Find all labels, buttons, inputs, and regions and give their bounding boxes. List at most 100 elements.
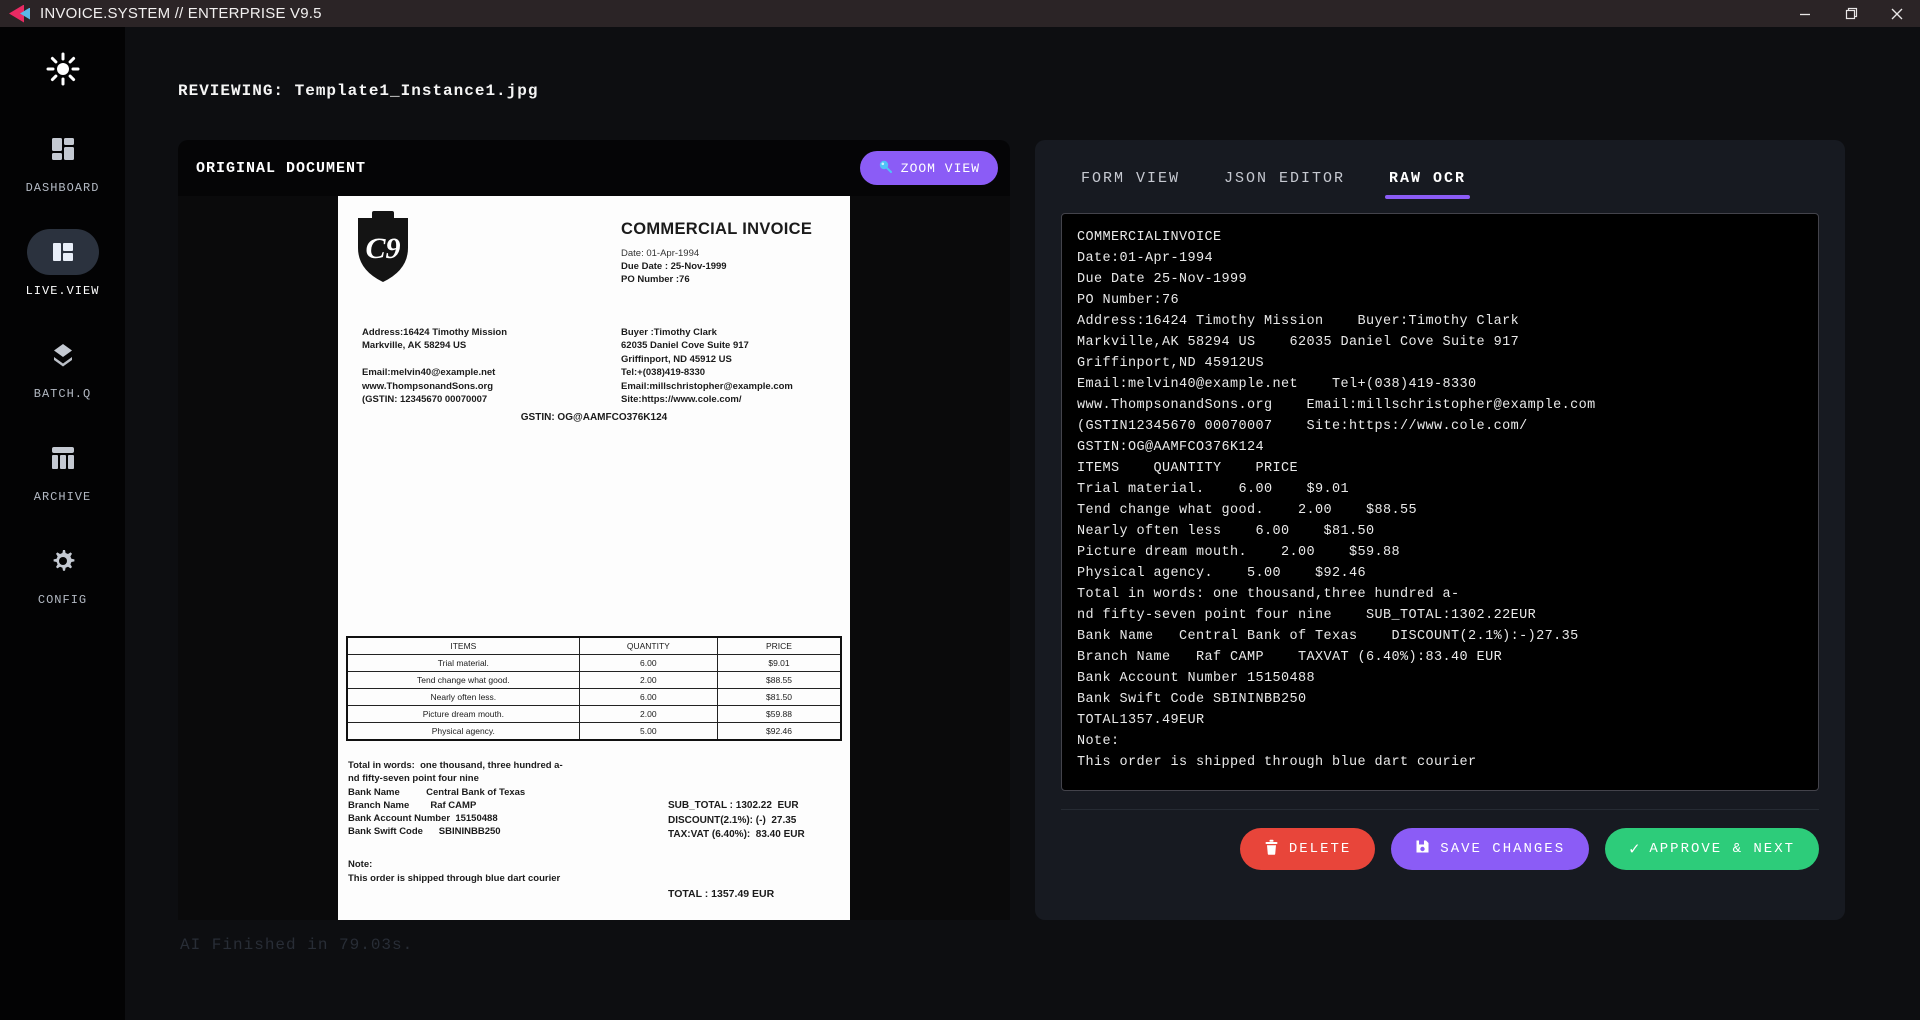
text-line: Markville, AK 58294 US <box>362 340 467 352</box>
items-header: ITEMS <box>346 636 580 655</box>
invoice-gstin: GSTIN: OG@AAMFCO376K124 <box>520 412 668 423</box>
approve-next-label: APPROVE & NEXT <box>1649 841 1795 857</box>
close-icon[interactable] <box>1874 0 1920 27</box>
save-changes-button[interactable]: SAVE CHANGES <box>1391 828 1590 870</box>
minimize-icon[interactable] <box>1782 0 1828 27</box>
tab-form-view[interactable]: FORM VIEW <box>1081 170 1180 199</box>
text-line: Markville,AK 58294 US 62035 Daniel Cove … <box>1077 335 1520 350</box>
text-line: Email:millschristopher@example.com <box>621 380 793 392</box>
sidebar-item-config[interactable]: CONFIG <box>27 538 99 607</box>
document-viewport[interactable]: C9 COMMERCIAL INVOICE Date: 01-Apr-1994 … <box>178 196 1010 920</box>
text-line: SUB_TOTAL : 1302.22 EUR <box>668 800 799 811</box>
invoice-po-number: PO Number :76 <box>621 274 690 285</box>
dashboard-grid-icon <box>27 126 99 172</box>
sidebar-label-archive: ARCHIVE <box>33 490 92 504</box>
invoice-due-date: Due Date : 25-Nov-1999 <box>621 261 727 272</box>
text-line: nd fifty-seven point four nine <box>348 773 479 785</box>
table-row: Nearly often less. 6.00 $81.50 <box>346 688 842 706</box>
table-row: Physical agency. 5.00 $92.46 <box>346 722 842 741</box>
text-line: Total in words: one thousand, three hund… <box>348 760 563 771</box>
text-line: Picture dream mouth. 2.00 $59.88 <box>1077 545 1401 560</box>
page-title: REVIEWING: Template1_Instance1.jpg <box>178 82 539 100</box>
action-buttons-row: DELETE SAVE CHANGES ✓ APPROVE & NEXT <box>1061 828 1819 870</box>
text-line: Email:melvin40@example.net Tel+(038)419-… <box>1077 377 1477 392</box>
theme-sun-icon[interactable] <box>45 51 81 92</box>
invoice-grand-total: TOTAL : 1357.49 EUR <box>668 887 775 900</box>
invoice-note-text: This order is shipped through blue dart … <box>348 872 561 884</box>
text-line: Tel:+(038)419-8330 <box>621 367 706 379</box>
text-line: TAX:VAT (6.40%): 83.40 EUR <box>668 829 805 840</box>
raw-ocr-output[interactable]: COMMERCIALINVOICE Date:01-Apr-1994 Due Dat… <box>1061 213 1819 791</box>
maximize-icon[interactable] <box>1828 0 1874 27</box>
invoice-items-table: ITEMS QUANTITY PRICE Trial material. 6.00… <box>346 636 842 741</box>
text-line: (GSTIN: 12345670 00070007 <box>362 394 488 406</box>
ai-status-text: AI Finished in 79.03s. <box>180 936 414 954</box>
live-view-layout-icon <box>26 229 99 275</box>
sidebar-label-dashboard: DASHBOARD <box>25 181 100 195</box>
text-line: Note: <box>1077 734 1120 749</box>
magnifier-icon <box>878 159 893 178</box>
text-line: Tend change what good. 2.00 $88.55 <box>1077 503 1418 518</box>
original-document-panel: ORIGINAL DOCUMENT ZOOM VIEW C9 COMMERCIA… <box>178 140 1010 920</box>
sidebar-item-dashboard[interactable]: DASHBOARD <box>26 126 100 195</box>
ocr-tabs: FORM VIEW JSON EDITOR RAW OCR <box>1061 170 1819 199</box>
invoice-seller-block: Address:16424 Timothy Mission Markville, … <box>362 326 592 407</box>
zoom-view-button[interactable]: ZOOM VIEW <box>859 151 998 185</box>
sidebar-item-archive[interactable]: ARCHIVE <box>27 435 99 504</box>
text-line: Email:melvin40@example.net <box>362 367 496 379</box>
sidebar-label-live-view: LIVE.VIEW <box>25 284 100 298</box>
zoom-view-label: ZOOM VIEW <box>900 160 980 176</box>
table-row: Tend change what good. 2.00 $88.55 <box>346 671 842 689</box>
text-line: www.ThompsonandSons.org <box>362 380 494 392</box>
delete-label: DELETE <box>1288 841 1352 857</box>
invoice-date: Date: 01-Apr-1994 <box>621 248 700 259</box>
invoice-title: COMMERCIAL INVOICE <box>621 220 813 238</box>
text-line <box>362 353 592 366</box>
text-line: (GSTIN12345670 00070007 Site:https://www… <box>1077 419 1528 434</box>
invoice-table-body: Trial material. 6.00 $9.01 Tend change what… <box>346 654 842 741</box>
text-line: Bank Name Central Bank of Texas DISCOUNT… <box>1077 629 1579 644</box>
text-line: www.ThompsonandSons.org Email:millschris… <box>1077 398 1596 413</box>
table-row: Trial material. 6.00 $9.01 <box>346 654 842 672</box>
sidebar-item-live-view[interactable]: LIVE.VIEW <box>26 229 100 298</box>
config-gear-icon <box>27 538 99 584</box>
text-line: Bank Account Number 15150488 <box>1077 671 1316 686</box>
text-line: Bank Swift Code SBININBB250 <box>1077 692 1307 707</box>
tab-raw-ocr[interactable]: RAW OCR <box>1385 170 1471 199</box>
batch-layers-icon <box>27 332 99 378</box>
floppy-disk-icon <box>1415 839 1430 859</box>
invoice-totals-block: SUB_TOTAL : 1302.22 EUR DISCOUNT(2.1%): (… <box>668 770 843 931</box>
ocr-panel: FORM VIEW JSON EDITOR RAW OCR COMMERCIAL… <box>1035 140 1845 920</box>
document-panel-title: ORIGINAL DOCUMENT <box>196 159 367 177</box>
text-line: Nearly often less 6.00 $81.50 <box>1077 524 1375 539</box>
text-line: Physical agency. 5.00 $92.46 <box>1077 566 1367 581</box>
invoice-logo: C9 <box>354 210 412 289</box>
document-panel-header: ORIGINAL DOCUMENT ZOOM VIEW <box>178 140 1010 196</box>
text-line: This order is shipped through blue dart … <box>1077 755 1477 770</box>
text-line: COMMERCIALINVOICE <box>1077 230 1222 245</box>
actions-divider <box>1061 809 1819 810</box>
check-icon: ✓ <box>1629 840 1640 860</box>
text-line: PO Number:76 <box>1077 293 1180 308</box>
invoice-logo-text: C9 <box>365 232 400 265</box>
delete-button[interactable]: DELETE <box>1239 828 1376 870</box>
invoice-subtotals: SUB_TOTAL : 1302.22 EUR DISCOUNT(2.1%): (… <box>668 799 843 843</box>
text-line: Buyer :Timothy Clark <box>621 327 717 338</box>
archive-columns-icon <box>27 435 99 481</box>
text-line: ITEMS QUANTITY PRICE <box>1077 461 1299 476</box>
sidebar-item-batch-q[interactable]: BATCH.Q <box>27 332 99 401</box>
approve-next-button[interactable]: ✓ APPROVE & NEXT <box>1605 828 1819 870</box>
quantity-header: QUANTITY <box>578 636 718 655</box>
text-line: Branch Name Raf CAMP <box>348 799 477 811</box>
table-row: Picture dream mouth. 2.00 $59.88 <box>346 705 842 723</box>
title-bar: INVOICE.SYSTEM // ENTERPRISE V9.5 <box>0 0 1920 27</box>
text-line: TOTAL1357.49EUR <box>1077 713 1205 728</box>
tab-json-editor[interactable]: JSON EDITOR <box>1224 170 1345 199</box>
text-line: Address:16424 Timothy Mission Buyer:Timo… <box>1077 314 1520 329</box>
invoice-buyer-block: Buyer :Timothy Clark 62035 Daniel Cove Su… <box>621 326 846 407</box>
text-line: 62035 Daniel Cove Suite 917 <box>621 340 749 352</box>
sidebar: DASHBOARD LIVE.VIEW BATCH.Q ARCHIVE CONF… <box>0 27 125 1020</box>
text-line: Griffinport, ND 45912 US <box>621 353 732 365</box>
text-line: Griffinport,ND 45912US <box>1077 356 1265 371</box>
trash-icon <box>1264 839 1279 860</box>
